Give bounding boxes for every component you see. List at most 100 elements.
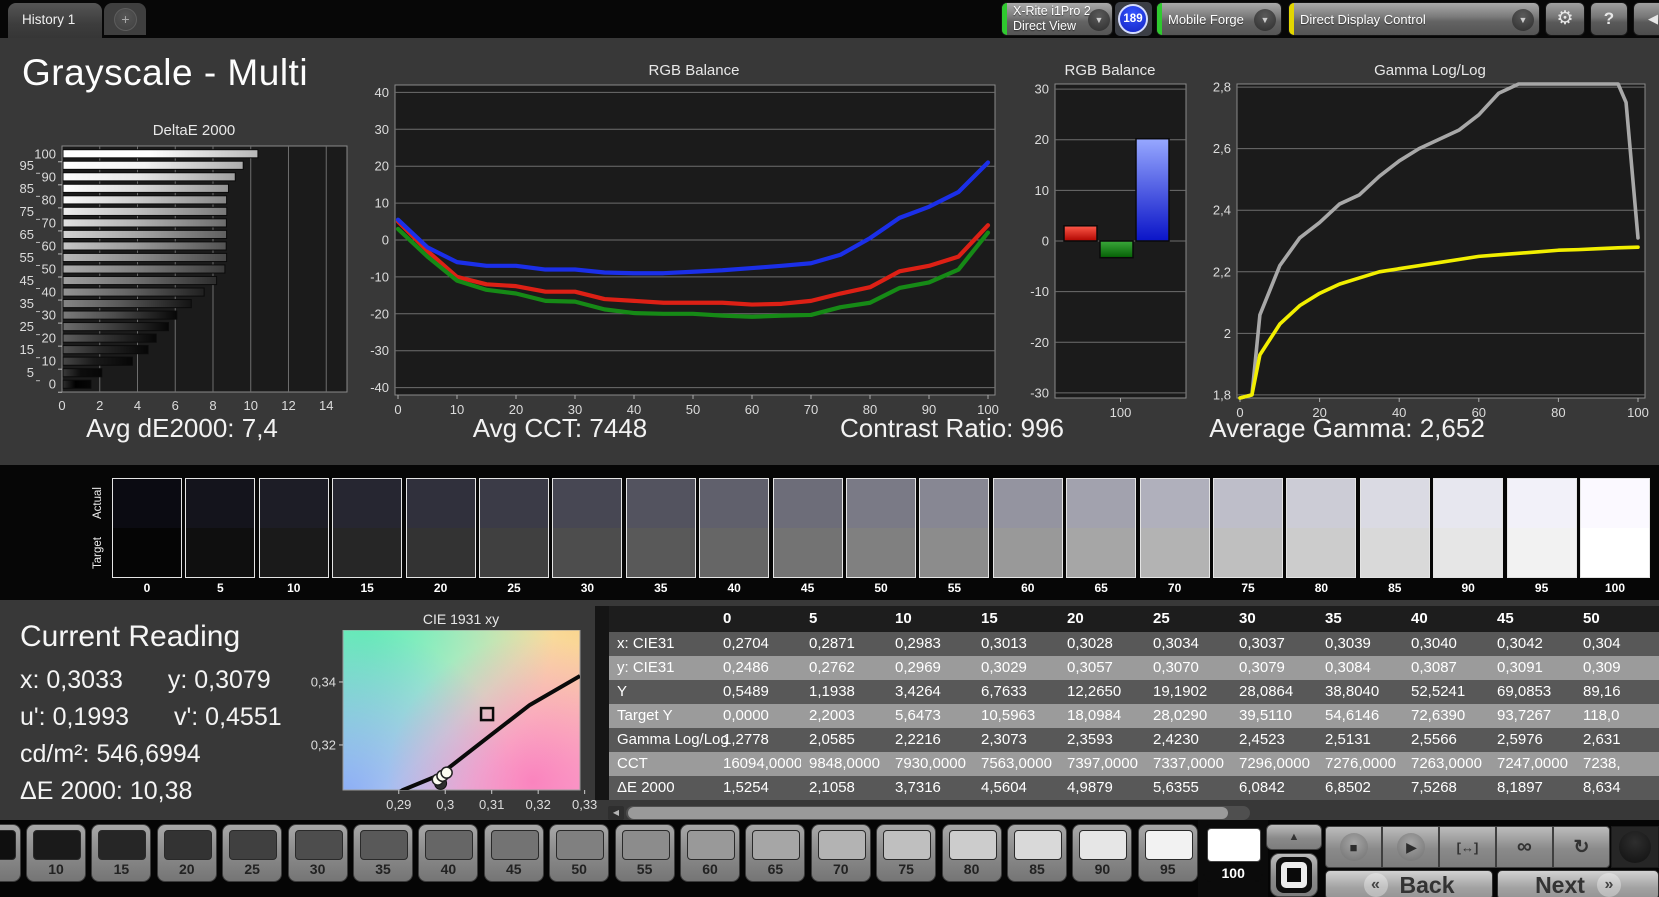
swatch-actual: [626, 479, 695, 528]
svg-text:95: 95: [20, 158, 34, 173]
pattern-level-button-65[interactable]: 65: [745, 824, 806, 882]
pattern-level-button-35[interactable]: 35: [353, 824, 413, 882]
deltae-bar-50: [62, 264, 226, 274]
table-row-label: Y: [617, 683, 628, 700]
pattern-color-patch: [98, 830, 147, 860]
pattern-level-button-10[interactable]: 10: [26, 824, 86, 882]
pattern-level-button-25[interactable]: 25: [222, 824, 283, 882]
pattern-level-button-5[interactable]: 5: [0, 824, 21, 882]
table-cell: 38,8040: [1325, 683, 1380, 700]
meter-reading-badge[interactable]: 189: [1118, 4, 1148, 34]
refresh-button[interactable]: ↻: [1553, 826, 1610, 868]
svg-text:80: 80: [42, 192, 56, 207]
help-button[interactable]: ?: [1590, 2, 1628, 36]
rgb-line-chart-title: RGB Balance: [648, 62, 740, 79]
deltae-bar-75: [62, 206, 228, 216]
table-cell: 0,309: [1583, 659, 1621, 676]
swatch-target: [1067, 528, 1136, 577]
svg-text:-30: -30: [370, 343, 389, 358]
table-cell: 0,3087: [1411, 659, 1457, 676]
swatch-target: [1434, 528, 1503, 577]
svg-text:100: 100: [34, 146, 56, 161]
pattern-level-button-15[interactable]: 15: [91, 824, 152, 882]
meter-dropdown[interactable]: X-Rite i1Pro 2 Direct View ▼: [1001, 2, 1113, 36]
pattern-level-button-100[interactable]: 100: [1203, 824, 1264, 882]
back-button-label: Back: [1399, 871, 1455, 897]
measure-range-button[interactable]: [↔]: [1439, 826, 1496, 868]
swatch-level-label: 100: [1604, 581, 1626, 595]
pattern-level-button-95[interactable]: 95: [1137, 824, 1198, 882]
swatch-actual: [993, 479, 1062, 528]
table-gutter: [595, 606, 609, 632]
svg-text:30: 30: [375, 122, 389, 137]
settings-button[interactable]: ⚙: [1545, 2, 1585, 36]
deltae-bar-0: [62, 379, 92, 389]
source-dropdown[interactable]: Mobile Forge ▼: [1156, 2, 1282, 36]
pattern-level-button-60[interactable]: 60: [680, 824, 740, 882]
pattern-level-button-80[interactable]: 80: [941, 824, 1002, 882]
pattern-level-label: 40: [440, 861, 457, 877]
pattern-window-button[interactable]: [1270, 853, 1318, 897]
table-gutter: [595, 704, 609, 728]
pattern-level-button-85[interactable]: 85: [1007, 824, 1067, 882]
swatch-level-label: 5: [217, 581, 224, 595]
table-cell: 8,634: [1583, 779, 1621, 796]
collapse-panel-button[interactable]: ◀: [1633, 2, 1659, 36]
scrollbar-track[interactable]: [626, 806, 1250, 820]
v-value: 0,4551: [205, 703, 282, 731]
loop-button[interactable]: ∞: [1496, 826, 1553, 868]
pattern-level-button-70[interactable]: 70: [810, 824, 871, 882]
deltae-bar-65: [62, 229, 228, 239]
pattern-level-label: 45: [506, 861, 522, 877]
pattern-level-button-40[interactable]: 40: [418, 824, 479, 882]
next-button[interactable]: Next »: [1497, 870, 1659, 897]
stop-button[interactable]: ■: [1325, 826, 1382, 868]
table-column-header: 15: [981, 610, 998, 627]
swatch-level-label: 90: [1461, 581, 1475, 595]
pattern-level-button-20[interactable]: 20: [156, 824, 217, 882]
display-control-dropdown[interactable]: Direct Display Control ▼: [1288, 2, 1540, 36]
svg-text:4: 4: [134, 398, 141, 413]
swatch-target: [1360, 528, 1429, 577]
table-cell: 0,2486: [723, 659, 769, 676]
table-cell: 0,304: [1583, 635, 1621, 652]
pattern-level-button-90[interactable]: 90: [1072, 824, 1133, 882]
gear-icon: ⚙: [1556, 8, 1574, 29]
table-column-header: 30: [1239, 610, 1256, 627]
v-label: v':: [174, 703, 199, 731]
table-cell: 0,3042: [1497, 635, 1543, 652]
swatch-target: [1507, 528, 1576, 577]
table-cell: 28,0290: [1153, 707, 1208, 724]
table-cell: 118,0: [1583, 707, 1620, 724]
table-scrollbar[interactable]: ◀: [608, 806, 1250, 820]
swatch-tile-95: [1506, 478, 1577, 578]
table-row: Gamma Log/Log 1,2778 2,0585 2,2216 2,3073 2,3…: [595, 728, 1659, 752]
swatch-actual: [1287, 479, 1356, 528]
swatch-tile-35: [625, 478, 696, 578]
back-button[interactable]: « Back: [1325, 870, 1493, 897]
table-cell: 0,3084: [1325, 659, 1371, 676]
swatch-tile-25: [479, 478, 549, 578]
table-cell: 6,7633: [981, 683, 1027, 700]
play-button[interactable]: ▶: [1382, 826, 1439, 868]
pattern-level-button-75[interactable]: 75: [876, 824, 937, 882]
pattern-scroll-up-button[interactable]: ▲: [1266, 824, 1322, 850]
scroll-left-icon[interactable]: ◀: [608, 806, 624, 820]
refresh-icon: ↻: [1573, 836, 1590, 858]
table-gutter: [595, 680, 609, 704]
history-tab[interactable]: History 1: [8, 3, 102, 38]
y-label: y:: [167, 666, 188, 694]
swatch-actual: [333, 479, 402, 528]
swatch-level-label: 20: [433, 581, 448, 595]
swatch-target: [847, 528, 915, 577]
record-button[interactable]: [1611, 826, 1659, 868]
pattern-level-button-30[interactable]: 30: [287, 824, 348, 882]
new-tab-button[interactable]: +: [104, 3, 146, 35]
table-row-label: ΔE 2000: [617, 779, 675, 796]
swatch-actual: [1140, 479, 1209, 528]
scrollbar-thumb[interactable]: [628, 807, 1228, 819]
pattern-level-button-55[interactable]: 55: [614, 824, 675, 882]
pattern-level-button-45[interactable]: 45: [483, 824, 544, 882]
pattern-level-button-50[interactable]: 50: [549, 824, 610, 882]
de2000-value: 10,38: [129, 777, 193, 805]
